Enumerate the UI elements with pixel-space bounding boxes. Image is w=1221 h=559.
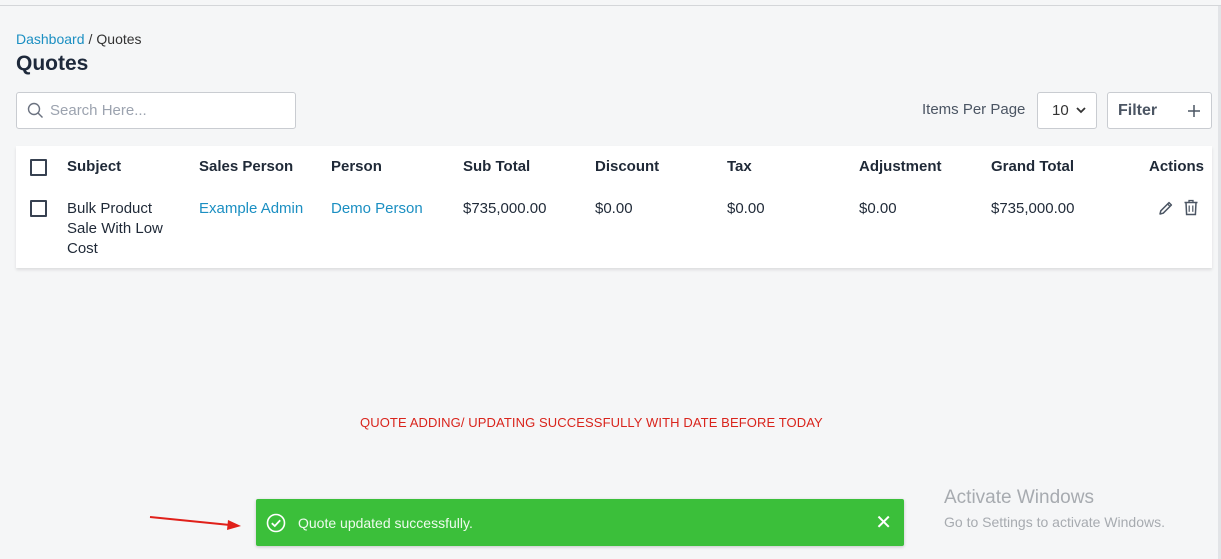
cell-tax: $0.00	[727, 200, 765, 217]
annotation-caption: QUOTE ADDING/ UPDATING SUCCESSFULLY WITH…	[360, 415, 823, 430]
column-header-subject[interactable]: Subject	[67, 158, 121, 175]
breadcrumb: Dashboard / Quotes	[16, 31, 142, 47]
column-header-sales-person[interactable]: Sales Person	[199, 158, 293, 175]
cell-person-link[interactable]: Demo Person	[331, 199, 423, 219]
column-header-tax[interactable]: Tax	[727, 158, 752, 175]
cell-grand-total: $735,000.00	[991, 200, 1075, 217]
cell-sales-person-link[interactable]: Example Admin	[199, 199, 303, 219]
cell-adjustment: $0.00	[859, 200, 897, 217]
watermark-title: Activate Windows	[944, 487, 1094, 508]
items-per-page-select[interactable]: 10	[1037, 92, 1097, 129]
search-field[interactable]	[16, 92, 296, 129]
check-circle-icon	[266, 513, 286, 532]
search-icon	[27, 102, 43, 118]
filter-label: Filter	[1118, 101, 1158, 119]
items-per-page-label: Items Per Page	[922, 101, 1026, 118]
column-header-grand-total[interactable]: Grand Total	[991, 158, 1074, 175]
breadcrumb-dashboard-link[interactable]: Dashboard	[16, 31, 85, 47]
select-all-checkbox[interactable]	[30, 159, 47, 176]
quotes-table: Subject Sales Person Person Sub Total Di…	[16, 146, 1212, 268]
top-divider	[0, 5, 1221, 6]
items-per-page-value: 10	[1052, 102, 1069, 119]
page-title: Quotes	[16, 52, 89, 75]
column-header-adjustment[interactable]: Adjustment	[859, 158, 942, 175]
column-header-discount[interactable]: Discount	[595, 158, 659, 175]
edit-icon[interactable]	[1158, 200, 1174, 216]
chevron-down-icon	[1076, 107, 1086, 114]
search-input[interactable]	[50, 102, 280, 119]
watermark-subtitle: Go to Settings to activate Windows.	[944, 514, 1165, 530]
filter-button[interactable]: Filter	[1107, 92, 1212, 129]
toast-close-button[interactable]: ✕	[875, 510, 892, 535]
annotation-arrow-icon	[149, 516, 241, 530]
toast-message: Quote updated successfully.	[298, 514, 473, 531]
breadcrumb-current: Quotes	[96, 31, 142, 47]
plus-icon	[1188, 104, 1200, 117]
column-header-sub-total[interactable]: Sub Total	[463, 158, 530, 175]
cell-sub-total: $735,000.00	[463, 200, 547, 217]
success-toast: Quote updated successfully. ✕	[256, 499, 904, 546]
cell-subject: Bulk Product Sale With Low Cost	[67, 200, 163, 257]
trash-icon[interactable]	[1183, 199, 1199, 216]
column-header-actions: Actions	[1149, 158, 1205, 175]
breadcrumb-separator: /	[88, 31, 93, 47]
row-checkbox[interactable]	[30, 200, 47, 217]
windows-activation-watermark: Activate Windows Go to Settings to activ…	[944, 487, 1165, 530]
cell-discount: $0.00	[595, 200, 633, 217]
column-header-person[interactable]: Person	[331, 158, 382, 175]
